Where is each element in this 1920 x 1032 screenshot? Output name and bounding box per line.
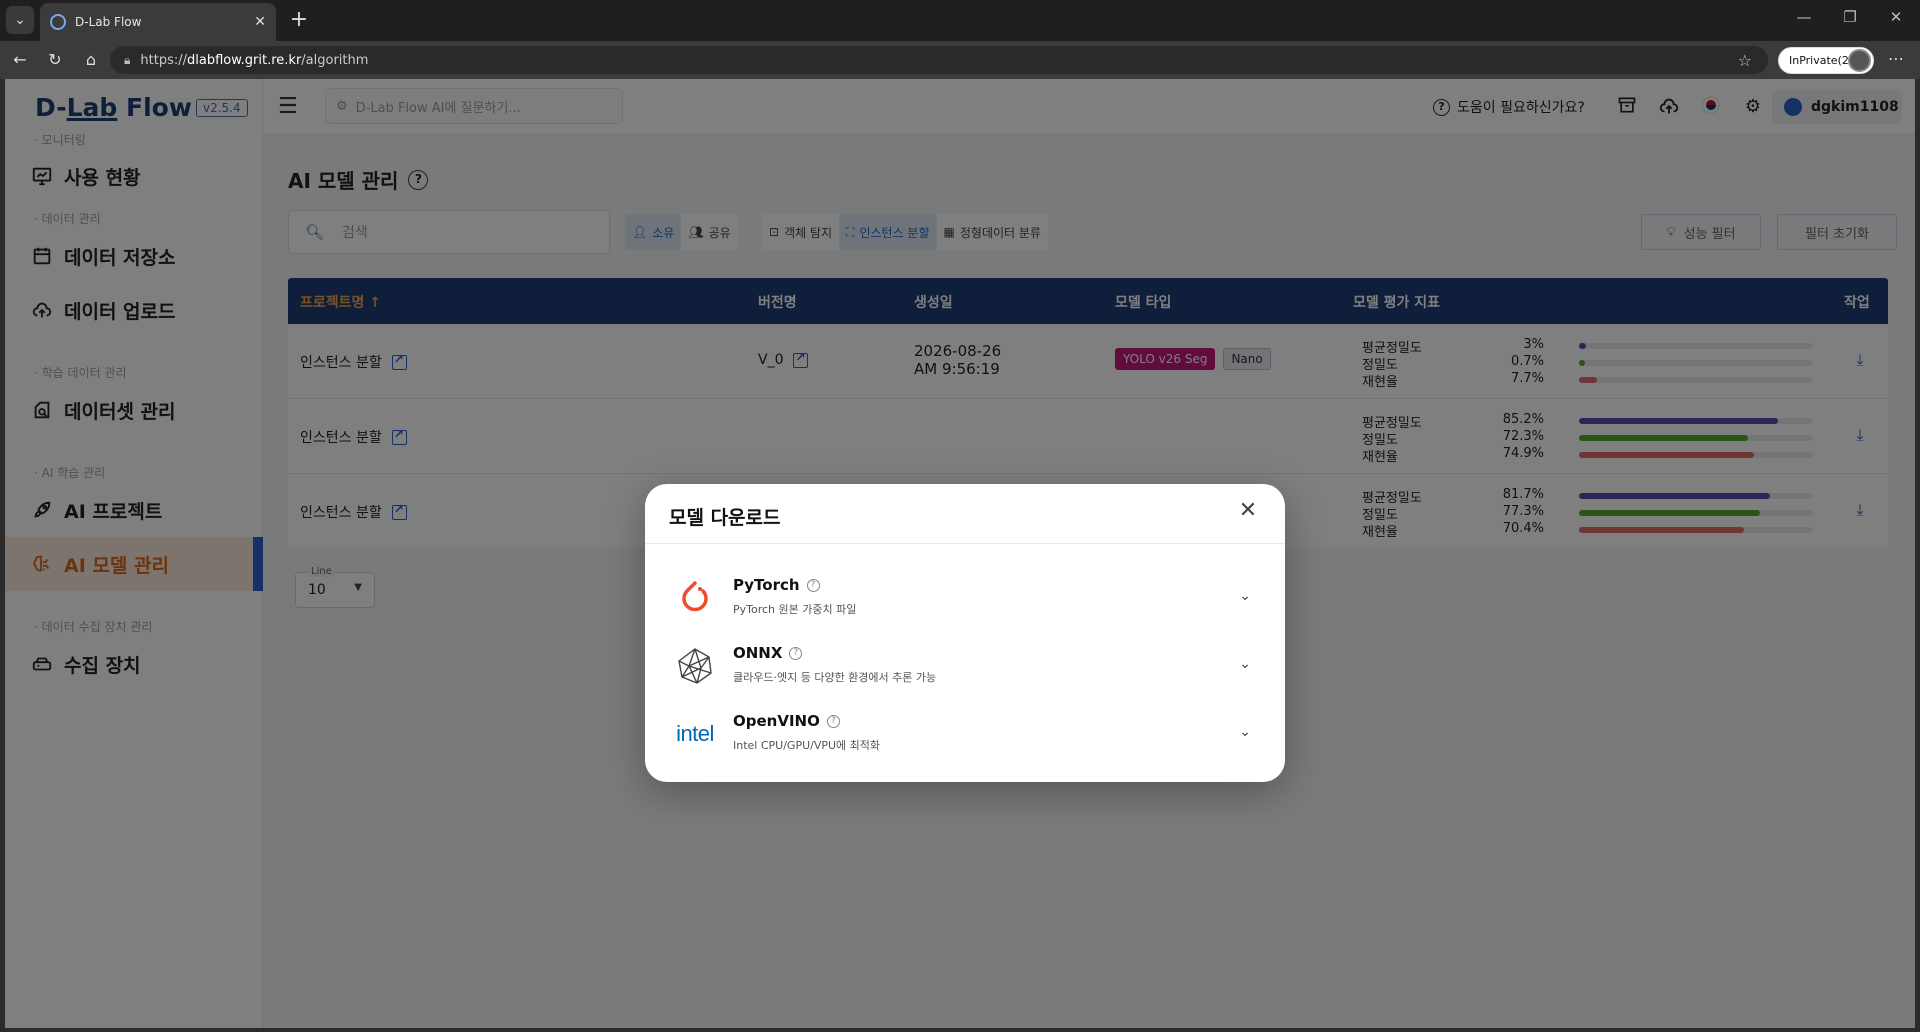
tab-title: D-Lab Flow — [75, 15, 142, 29]
chevron-down-icon: ⌄ — [14, 12, 26, 28]
format-name: ONNX? — [733, 644, 803, 662]
url-input[interactable]: 🔒︎ https://dlabflow.grit.re.kr/algorithm… — [110, 46, 1768, 74]
home-icon[interactable]: ⌂ — [80, 49, 102, 71]
back-icon[interactable]: ← — [9, 49, 31, 71]
url-scheme: https:// — [140, 52, 187, 68]
url-host: dlabflow.grit.re.kr — [187, 52, 302, 68]
favorite-star-icon[interactable]: ☆ — [1738, 51, 1752, 70]
chevron-down-icon[interactable]: ⌄ — [1239, 588, 1251, 604]
intel-logo-text: intel — [676, 721, 714, 746]
format-desc: Intel CPU/GPU/VPU에 최적화 — [733, 739, 881, 752]
format-desc: PyTorch 원본 가중치 파일 — [733, 603, 857, 616]
modal-close-icon[interactable]: ✕ — [1235, 498, 1261, 524]
browser-menu-icon[interactable]: ⋯ — [1888, 49, 1904, 68]
inprivate-label: InPrivate(2) — [1789, 54, 1854, 67]
info-icon[interactable]: ? — [806, 578, 820, 592]
lock-icon: 🔒︎ — [124, 52, 131, 67]
chevron-down-icon[interactable]: ⌄ — [1239, 724, 1251, 740]
window-close-icon[interactable]: ✕ — [1881, 8, 1911, 26]
info-icon[interactable]: ? — [789, 646, 803, 660]
format-option-openvino[interactable]: intel OpenVINO? Intel CPU/GPU/VPU에 최적화 ⌄ — [645, 700, 1285, 768]
app-window: D-Lab Flow v2.5.4 · 모니터링 사용 현황 · 데이터 관리 … — [5, 79, 1915, 1028]
format-option-pytorch[interactable]: PyTorch? PyTorch 원본 가중치 파일 ⌄ — [645, 564, 1285, 632]
format-option-onnx[interactable]: ONNX? 클라우드·엣지 등 다양한 환경에서 추론 가능 ⌄ — [645, 632, 1285, 700]
onnx-logo-icon — [671, 642, 719, 690]
chevron-down-icon[interactable]: ⌄ — [1239, 656, 1251, 672]
browser-tab[interactable]: D-Lab Flow ✕ — [40, 3, 276, 41]
browser-titlebar: ⌄ D-Lab Flow ✕ + — ❐ ✕ — [0, 0, 1920, 41]
inprivate-badge[interactable]: InPrivate(2) — [1778, 47, 1874, 74]
modal-title: 모델 다운로드 — [669, 507, 781, 529]
tab-close-icon[interactable]: ✕ — [254, 14, 266, 30]
restore-icon[interactable]: ❐ — [1835, 8, 1865, 26]
intel-logo-icon: intel — [671, 710, 719, 758]
new-tab-button[interactable]: + — [286, 8, 312, 34]
format-name-text: ONNX — [733, 644, 783, 662]
modal-header: 모델 다운로드 ✕ — [645, 484, 1285, 544]
format-name: PyTorch? — [733, 576, 820, 594]
format-name: OpenVINO? — [733, 712, 840, 730]
pytorch-logo-icon — [671, 574, 719, 622]
minimize-icon[interactable]: — — [1789, 8, 1819, 26]
url-path: /algorithm — [301, 52, 369, 68]
refresh-icon[interactable]: ↻ — [44, 49, 66, 71]
address-bar: ← ↻ ⌂ 🔒︎ https://dlabflow.grit.re.kr/alg… — [0, 41, 1920, 79]
format-name-text: OpenVINO — [733, 712, 820, 730]
format-name-text: PyTorch — [733, 576, 800, 594]
profile-avatar — [1848, 49, 1871, 72]
download-modal: 모델 다운로드 ✕ PyTorch? PyTorch 원본 가중치 파일 ⌄ O… — [645, 484, 1285, 782]
info-icon[interactable]: ? — [826, 714, 840, 728]
format-desc: 클라우드·엣지 등 다양한 환경에서 추론 가능 — [733, 671, 937, 684]
tab-list-button[interactable]: ⌄ — [6, 6, 34, 34]
favicon-icon — [50, 14, 66, 30]
